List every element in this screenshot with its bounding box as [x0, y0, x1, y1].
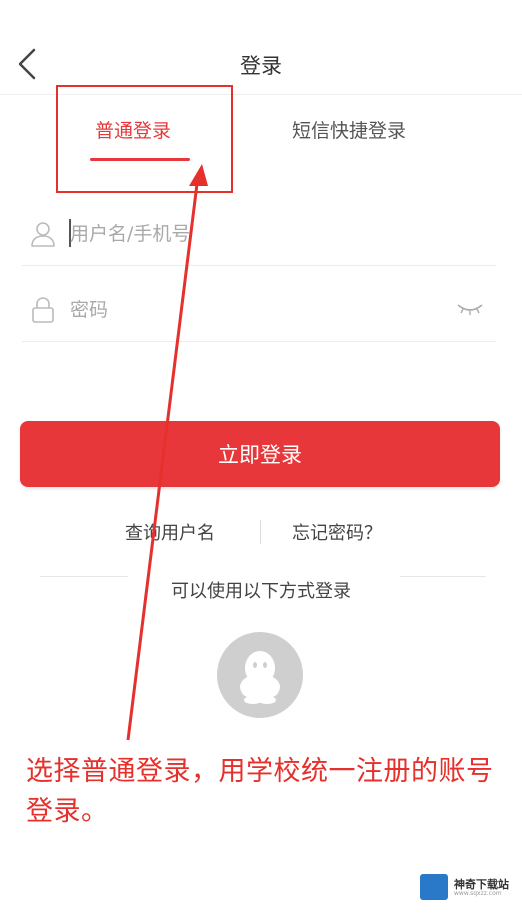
query-username-link[interactable]: 查询用户名	[125, 519, 215, 545]
arrow-head-icon	[189, 164, 208, 186]
active-tab-indicator	[90, 158, 190, 161]
qq-icon	[240, 651, 280, 704]
page-title: 登录	[240, 54, 282, 78]
user-icon	[31, 222, 55, 247]
header-bar: 登录	[0, 0, 522, 95]
alt-login-caption: 可以使用以下方式登录	[171, 581, 351, 602]
eye-closed-icon[interactable]	[456, 300, 484, 318]
password-row	[22, 280, 496, 342]
forgot-password-link[interactable]: 忘记密码？	[292, 519, 382, 545]
link-divider	[260, 520, 261, 544]
tab-sms-login[interactable]: 短信快捷登录	[292, 116, 406, 143]
lock-icon	[32, 297, 54, 323]
password-input[interactable]	[70, 294, 450, 326]
tab-normal-login[interactable]: 普通登录	[95, 116, 171, 143]
annotation-text: 选择普通登录，用学校统一注册的账号登录。	[26, 756, 494, 827]
username-row	[22, 204, 496, 266]
qq-login-button[interactable]	[217, 632, 303, 718]
login-button[interactable]: 立即登录	[20, 421, 500, 487]
cube-icon	[420, 874, 448, 900]
watermark-url: www.sqxzz.com	[454, 890, 502, 897]
divider-right	[400, 576, 486, 577]
watermark-logo: 神奇下载站 www.sqxzz.com	[420, 872, 520, 902]
username-input[interactable]	[70, 218, 450, 250]
